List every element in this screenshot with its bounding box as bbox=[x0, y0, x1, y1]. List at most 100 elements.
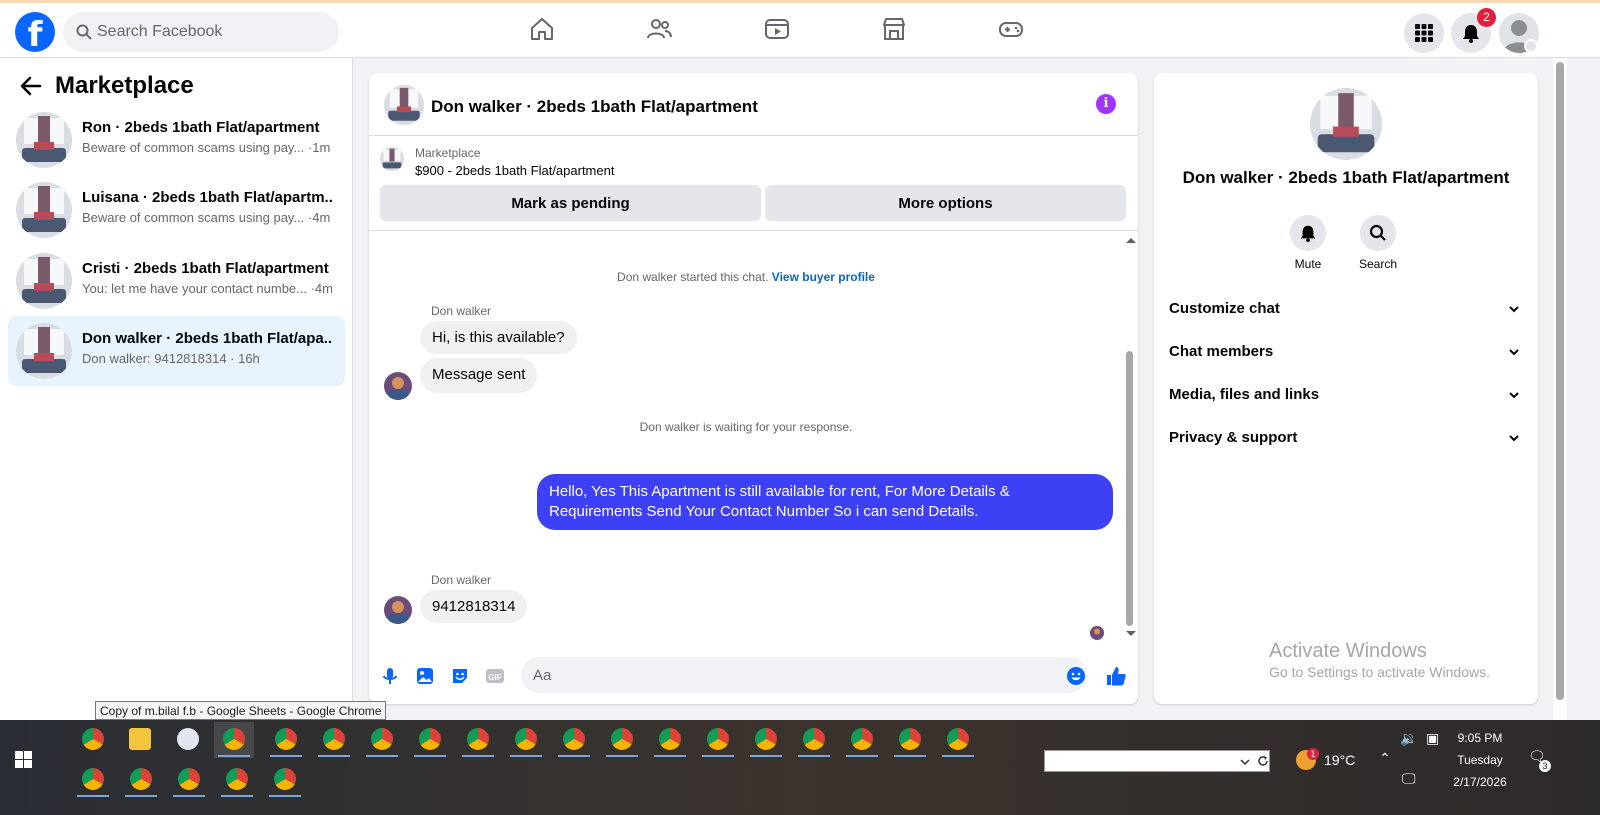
gaming-icon[interactable] bbox=[997, 15, 1025, 43]
back-arrow-icon[interactable] bbox=[18, 73, 44, 99]
emoji-icon[interactable] bbox=[1066, 666, 1086, 686]
clock-time[interactable]: 9:05 PM bbox=[1448, 731, 1512, 745]
chrome-profile-taskbar-icon[interactable] bbox=[265, 762, 305, 798]
chrome-taskbar-icon[interactable] bbox=[73, 722, 113, 758]
privacy-support-section[interactable]: Privacy & support bbox=[1162, 418, 1530, 458]
account-chevron-icon[interactable] bbox=[1524, 39, 1538, 53]
gif-icon[interactable]: GIF bbox=[485, 666, 505, 686]
chrome-profile-taskbar-icon[interactable] bbox=[410, 722, 450, 758]
chrome-profile-taskbar-icon[interactable] bbox=[217, 762, 257, 798]
video-icon[interactable] bbox=[763, 15, 791, 43]
chevron-down-icon bbox=[1509, 349, 1519, 356]
conversation-snippet: Beware of common scams using pay... ·1m bbox=[82, 140, 331, 155]
scroll-up-arrow-icon[interactable] bbox=[1125, 235, 1137, 245]
conversation-name: Luisana · 2beds 1bath Flat/apartm... bbox=[82, 189, 332, 206]
more-options-button[interactable]: More options bbox=[765, 185, 1126, 221]
conversation-name: Don walker · 2beds 1bath Flat/apa... bbox=[82, 330, 332, 347]
info-icon[interactable]: i bbox=[1096, 94, 1116, 114]
page-scrollbar[interactable] bbox=[1553, 58, 1567, 720]
windows-taskbar: 19°C 1 ⌃ 🔉 ▣ 🖵 9:05 PM Tuesday 2/17/2026… bbox=[0, 720, 1600, 815]
chrome-profile-taskbar-icon[interactable] bbox=[890, 722, 930, 758]
chat-members-section[interactable]: Chat members bbox=[1162, 332, 1530, 372]
speaker-icon[interactable]: 🔉 bbox=[1400, 730, 1417, 747]
friends-icon[interactable] bbox=[645, 15, 673, 43]
facebook-logo-icon[interactable]: f bbox=[15, 12, 55, 52]
section-label: Media, files and links bbox=[1169, 386, 1320, 403]
taskbar-address-box[interactable] bbox=[1044, 750, 1270, 772]
conversation-item-active[interactable]: Don walker · 2beds 1bath Flat/apa... Don… bbox=[8, 316, 345, 386]
action-center-badge: 3 bbox=[1539, 760, 1551, 772]
show-hidden-icons-chevron-icon[interactable]: ⌃ bbox=[1379, 750, 1391, 767]
listing-thumbnail bbox=[16, 182, 72, 238]
chrome-profile-taskbar-icon[interactable] bbox=[650, 722, 690, 758]
network-icon[interactable]: 🖵 bbox=[1402, 770, 1416, 787]
clock-day[interactable]: Tuesday bbox=[1448, 753, 1512, 767]
listing-thumbnail bbox=[16, 323, 72, 379]
media-files-links-section[interactable]: Media, files and links bbox=[1162, 375, 1530, 415]
chrome-profile-taskbar-icon[interactable] bbox=[458, 722, 498, 758]
buyer-avatar[interactable] bbox=[384, 372, 412, 400]
refresh-icon[interactable] bbox=[1257, 755, 1269, 767]
message-composer: GIF bbox=[369, 647, 1138, 704]
chrome-profile-taskbar-icon[interactable] bbox=[938, 722, 978, 758]
grid-icon bbox=[1415, 24, 1433, 42]
chrome-profile-taskbar-icon[interactable] bbox=[842, 722, 882, 758]
conversation-item[interactable]: Luisana · 2beds 1bath Flat/apartm... Bew… bbox=[8, 175, 345, 245]
customize-chat-section[interactable]: Customize chat bbox=[1162, 289, 1530, 329]
chrome-profile-taskbar-icon[interactable] bbox=[169, 762, 209, 798]
menu-grid-button[interactable] bbox=[1404, 13, 1444, 53]
chrome-profile-taskbar-icon[interactable] bbox=[266, 722, 306, 758]
incoming-message[interactable]: Hi, is this available? bbox=[420, 321, 577, 354]
section-label: Customize chat bbox=[1169, 300, 1280, 317]
microphone-icon[interactable] bbox=[380, 666, 400, 686]
outgoing-message[interactable]: Hello, Yes This Apartment is still avail… bbox=[537, 474, 1113, 530]
mark-as-pending-button[interactable]: Mark as pending bbox=[380, 185, 761, 221]
chrome-profile-taskbar-icon[interactable] bbox=[554, 722, 594, 758]
search-icon bbox=[1369, 224, 1386, 241]
chrome-profile-taskbar-icon[interactable] bbox=[506, 722, 546, 758]
incoming-message[interactable]: 9412818314 bbox=[420, 590, 528, 623]
chrome-profile-taskbar-icon[interactable] bbox=[121, 762, 161, 798]
listing-price[interactable]: $900 - 2beds 1bath Flat/apartment bbox=[415, 163, 614, 178]
mute-button[interactable]: Mute bbox=[1278, 215, 1338, 271]
scroll-down-arrow-icon[interactable] bbox=[1125, 629, 1137, 639]
home-icon[interactable] bbox=[528, 15, 556, 43]
photo-icon[interactable] bbox=[415, 666, 435, 686]
page-scrollbar-thumb[interactable] bbox=[1556, 62, 1564, 700]
view-buyer-profile-link[interactable]: View buyer profile bbox=[772, 270, 875, 284]
weather-widget[interactable]: 19°C bbox=[1296, 750, 1355, 770]
chevron-down-icon[interactable] bbox=[1240, 758, 1250, 766]
chat-info-panel: Don walker · 2beds 1bath Flat/apartment … bbox=[1154, 73, 1538, 704]
info-panel-name: Don walker · 2beds 1bath Flat/apartment bbox=[1182, 168, 1510, 187]
windows-start-icon[interactable] bbox=[15, 751, 32, 768]
chrome-profile-taskbar-icon[interactable] bbox=[362, 722, 402, 758]
conversation-item[interactable]: Cristi · 2beds 1bath Flat/apartment You:… bbox=[8, 246, 345, 316]
clock-date[interactable]: 2/17/2026 bbox=[1448, 775, 1512, 789]
incoming-message[interactable]: Message sent bbox=[420, 358, 538, 393]
chrome-profile-taskbar-icon[interactable] bbox=[746, 722, 786, 758]
search-in-chat-button[interactable]: Search bbox=[1348, 215, 1408, 271]
svg-text:GIF: GIF bbox=[488, 673, 501, 682]
chrome-profile-taskbar-icon[interactable] bbox=[214, 722, 254, 758]
chrome-profile-taskbar-icon[interactable] bbox=[73, 762, 113, 798]
buyer-avatar[interactable] bbox=[384, 596, 412, 624]
info-listing-thumbnail[interactable] bbox=[1310, 88, 1382, 160]
sticker-icon[interactable] bbox=[450, 666, 470, 686]
like-thumbs-up-icon[interactable] bbox=[1105, 665, 1127, 687]
chat-listing-thumbnail[interactable] bbox=[384, 85, 424, 125]
marketplace-icon[interactable] bbox=[880, 15, 908, 43]
meet-now-icon[interactable]: ▣ bbox=[1426, 730, 1439, 747]
chrome-profile-taskbar-icon[interactable] bbox=[698, 722, 738, 758]
search-input[interactable] bbox=[97, 12, 327, 52]
file-explorer-taskbar-icon[interactable] bbox=[120, 722, 160, 758]
app-taskbar-icon[interactable] bbox=[168, 722, 208, 758]
chat-title[interactable]: Don walker · 2beds 1bath Flat/apartment bbox=[431, 97, 758, 117]
message-input[interactable] bbox=[521, 657, 1087, 693]
chrome-profile-taskbar-icon[interactable] bbox=[602, 722, 642, 758]
conversation-item[interactable]: Ron · 2beds 1bath Flat/apartment Beware … bbox=[8, 105, 345, 175]
chrome-profile-taskbar-icon[interactable] bbox=[314, 722, 354, 758]
chat-scrollbar-thumb[interactable] bbox=[1126, 351, 1133, 626]
conversation-name: Cristi · 2beds 1bath Flat/apartment bbox=[82, 260, 329, 277]
search-box[interactable] bbox=[63, 12, 339, 52]
chrome-profile-taskbar-icon[interactable] bbox=[794, 722, 834, 758]
